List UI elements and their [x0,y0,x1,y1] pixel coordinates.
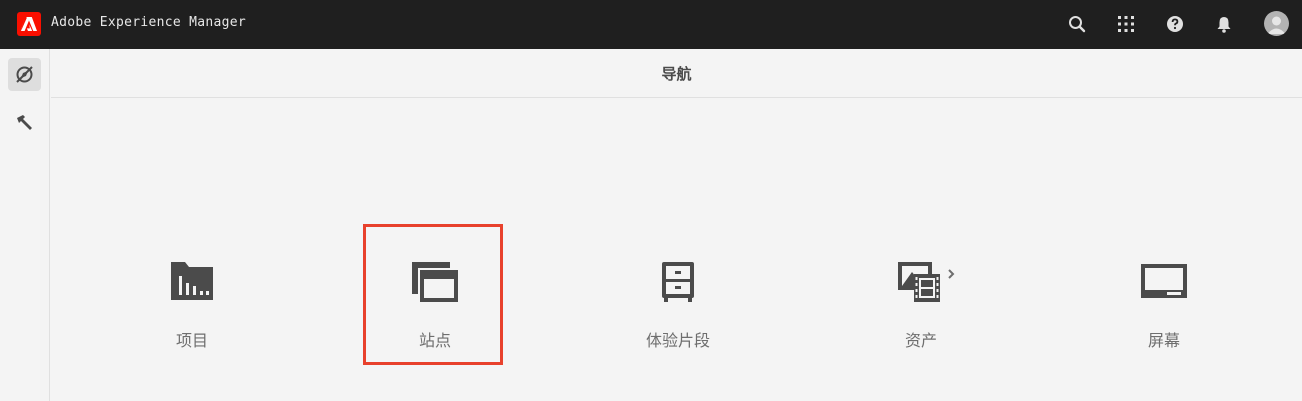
sites-icon [410,258,460,306]
projects-icon [167,258,217,306]
nav-item-label: 屏幕 [1147,331,1180,350]
nav-item-label: 站点 [418,331,451,350]
bell-icon[interactable] [1212,12,1236,36]
adobe-logo-icon[interactable] [17,12,41,36]
tools-hammer-icon[interactable] [8,107,41,140]
nav-item-label: 体验片段 [645,331,710,350]
nav-item-experience-fragments[interactable]: 体验片段 [608,230,748,360]
nav-item-label: 资产 [904,331,937,350]
help-icon[interactable] [1163,12,1187,36]
nav-item-label: 项目 [175,331,208,350]
page-header: 导航 [51,49,1302,98]
left-rail [0,49,50,401]
experience-fragments-icon [653,258,703,306]
search-icon[interactable] [1065,12,1089,36]
page-title: 导航 [661,65,692,83]
nav-item-assets[interactable]: 资产 [851,230,991,360]
top-bar: Adobe Experience Manager [0,0,1302,49]
apps-grid-icon[interactable] [1114,12,1138,36]
app-title[interactable]: Adobe Experience Manager [51,15,246,30]
nav-item-screens[interactable]: 屏幕 [1094,230,1234,360]
user-avatar[interactable] [1264,11,1289,36]
assets-icon [896,258,955,306]
navigation-compass-icon[interactable] [8,58,41,91]
nav-item-projects[interactable]: 项目 [122,230,262,360]
screens-icon [1139,258,1189,306]
nav-item-sites[interactable]: 站点 [365,230,505,360]
